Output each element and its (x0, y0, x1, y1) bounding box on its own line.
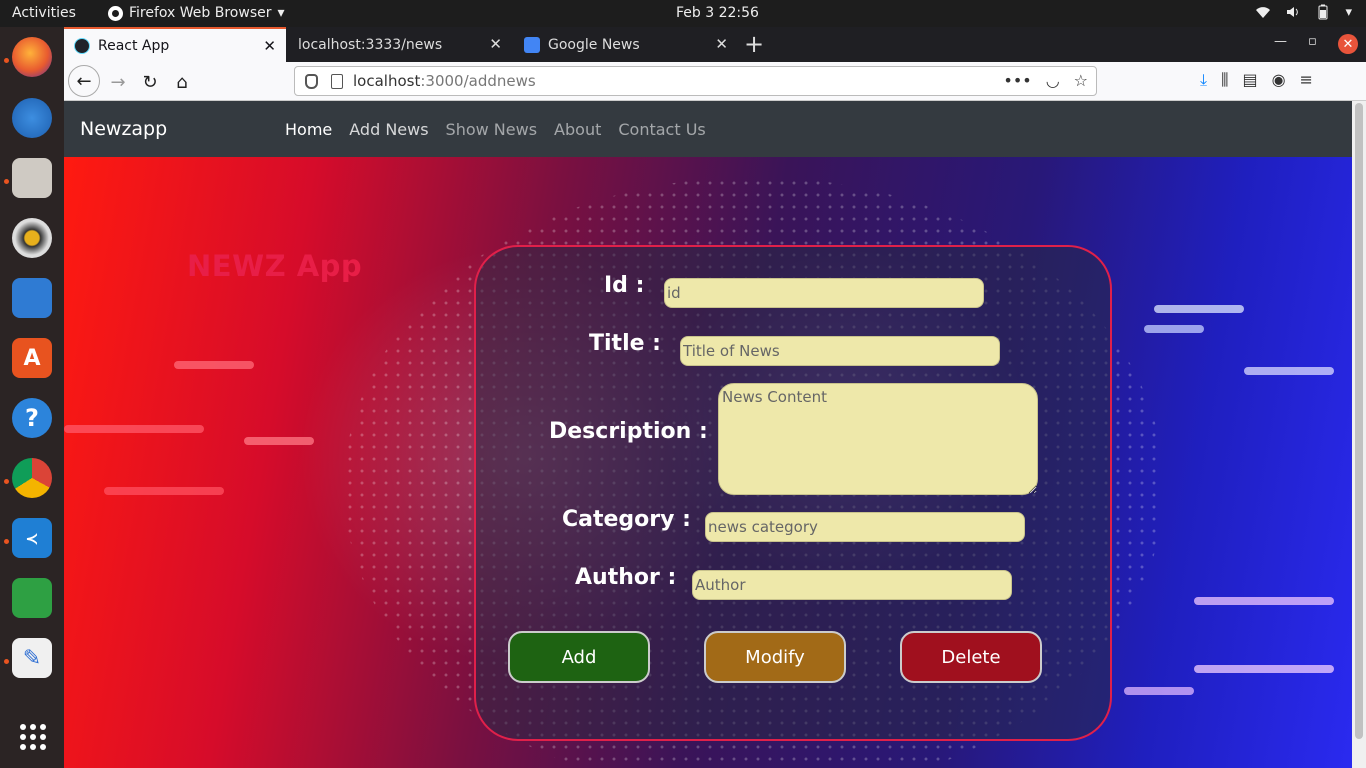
page-scrollbar[interactable] (1352, 101, 1366, 768)
app-menu[interactable]: Firefox Web Browser ▾ (108, 5, 285, 21)
site-navbar: Newzapp Home Add News Show News About Co… (64, 101, 1352, 157)
calc-icon[interactable] (12, 578, 52, 618)
wifi-icon (1256, 7, 1271, 18)
scrollbar-thumb[interactable] (1355, 103, 1363, 739)
shield-icon[interactable] (305, 74, 318, 89)
pocket-icon[interactable]: ◡ (1046, 71, 1060, 90)
firefox-icon (108, 5, 123, 21)
react-icon (74, 37, 90, 54)
reload-button[interactable]: ↻ (136, 68, 164, 96)
nav-contact-us[interactable]: Contact Us (618, 120, 705, 139)
chrome-icon[interactable] (12, 458, 52, 498)
volume-icon (1287, 7, 1299, 17)
show-applications-icon[interactable] (20, 724, 46, 750)
tab-react-app[interactable]: React App ✕ (64, 27, 286, 62)
running-indicator (4, 539, 9, 544)
clock[interactable]: Feb 3 22:56 (676, 5, 759, 21)
id-label: Id : (604, 273, 645, 298)
back-button[interactable]: ← (68, 65, 100, 97)
bookmark-star-icon[interactable]: ☆ (1074, 71, 1088, 90)
close-icon[interactable]: ✕ (715, 35, 728, 53)
system-tray[interactable]: ▾ (1255, 4, 1352, 20)
sidebar-icon[interactable]: ▤ (1242, 70, 1257, 90)
page-actions-icon[interactable]: ••• (1003, 71, 1031, 90)
google-news-icon (524, 36, 540, 53)
tab-label: React App (98, 37, 170, 54)
nav-add-news[interactable]: Add News (349, 120, 428, 139)
tab-label: localhost:3333/news (298, 36, 443, 53)
maximize-button[interactable]: ▫ (1308, 34, 1317, 49)
dock: A ? ≺ ✎ (0, 27, 64, 768)
library-icon[interactable]: ⫼ (1221, 70, 1228, 90)
app-menu-label: Firefox Web Browser (129, 5, 272, 21)
running-indicator (4, 58, 9, 63)
files-icon[interactable] (12, 158, 52, 198)
running-indicator (4, 179, 9, 184)
rhythmbox-icon[interactable] (12, 218, 52, 258)
page-viewport: Newzapp Home Add News Show News About Co… (64, 101, 1352, 768)
nav-about[interactable]: About (554, 120, 601, 139)
page-title: NEWZ App (187, 249, 363, 283)
delete-button[interactable]: Delete (900, 631, 1042, 683)
running-indicator (4, 659, 9, 664)
modify-button[interactable]: Modify (704, 631, 846, 683)
help-icon[interactable]: ? (12, 398, 52, 438)
add-button[interactable]: Add (508, 631, 650, 683)
tab-google-news[interactable]: Google News ✕ (514, 27, 738, 62)
brand-logo[interactable]: Newzapp (80, 118, 167, 140)
chevron-down-icon: ▾ (1345, 4, 1352, 20)
hero-background: NEWZ App Id : Title : Description : Cate… (64, 157, 1352, 768)
activities-button[interactable]: Activities (12, 5, 76, 21)
author-field[interactable] (692, 570, 1012, 600)
category-field[interactable] (705, 512, 1025, 542)
download-icon[interactable]: ⤓ (1200, 70, 1207, 90)
add-news-form: Id : Title : Description : Category : Au… (474, 245, 1112, 741)
site-nav-links: Home Add News Show News About Contact Us (285, 120, 706, 139)
id-field[interactable] (664, 278, 984, 308)
minimize-button[interactable]: — (1274, 34, 1287, 49)
description-field[interactable] (718, 383, 1038, 495)
author-label: Author : (575, 565, 677, 590)
url-text[interactable]: localhost:3000/addnews (353, 72, 536, 90)
page-icon (331, 74, 343, 89)
title-label: Title : (589, 331, 661, 356)
writer-icon[interactable] (12, 278, 52, 318)
navigation-toolbar: ← → ↻ ⌂ localhost:3000/addnews ••• ◡ ☆ ⤓… (64, 62, 1366, 101)
system-top-bar: Activities Firefox Web Browser ▾ Feb 3 2… (0, 0, 1366, 27)
tab-strip: React App ✕ localhost:3333/news ✕ Google… (64, 27, 1366, 62)
close-window-button[interactable]: ✕ (1338, 34, 1358, 54)
close-icon[interactable]: ✕ (489, 35, 502, 53)
account-icon[interactable]: ◉ (1272, 70, 1286, 90)
title-field[interactable] (680, 336, 1000, 366)
thunderbird-icon[interactable] (12, 98, 52, 138)
close-icon[interactable]: ✕ (263, 37, 276, 55)
nav-show-news[interactable]: Show News (446, 120, 538, 139)
tab-label: Google News (548, 36, 640, 53)
url-bar[interactable]: localhost:3000/addnews ••• ◡ ☆ (294, 66, 1097, 96)
text-editor-icon[interactable]: ✎ (12, 638, 52, 678)
firefox-icon[interactable] (12, 37, 52, 77)
home-button[interactable]: ⌂ (168, 68, 196, 96)
description-label: Description : (549, 419, 708, 444)
chevron-down-icon: ▾ (277, 5, 285, 21)
category-label: Category : (562, 507, 691, 532)
software-center-icon[interactable]: A (12, 338, 52, 378)
new-tab-button[interactable]: + (744, 30, 764, 58)
battery-icon (1318, 4, 1328, 20)
tab-localhost-news[interactable]: localhost:3333/news ✕ (288, 27, 512, 62)
running-indicator (4, 479, 9, 484)
nav-home[interactable]: Home (285, 120, 332, 139)
menu-icon[interactable]: ≡ (1300, 70, 1313, 90)
vscode-icon[interactable]: ≺ (12, 518, 52, 558)
forward-button[interactable]: → (104, 68, 132, 96)
